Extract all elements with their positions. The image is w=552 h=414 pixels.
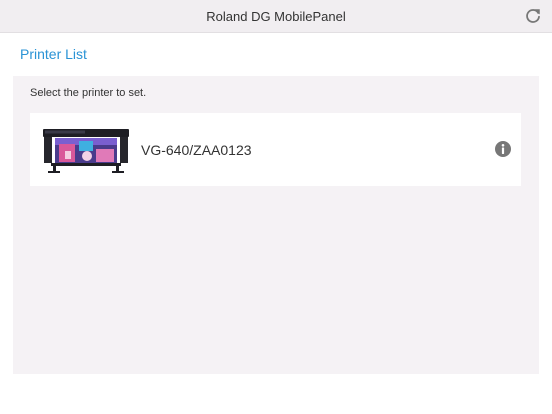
printer-name: VG-640/ZAA0123 — [141, 142, 252, 158]
title-bar: Roland DG MobilePanel — [0, 0, 552, 33]
page-title: Printer List — [20, 46, 87, 62]
printer-list-panel: Select the printer to set. VG-640/ZAA012… — [13, 76, 539, 374]
printer-list-item[interactable]: VG-640/ZAA0123 — [30, 113, 521, 186]
info-icon[interactable] — [495, 141, 511, 157]
printer-thumbnail — [43, 129, 129, 173]
refresh-icon[interactable] — [524, 7, 542, 25]
app-title: Roland DG MobilePanel — [206, 9, 346, 24]
instruction-text: Select the printer to set. — [30, 87, 147, 99]
